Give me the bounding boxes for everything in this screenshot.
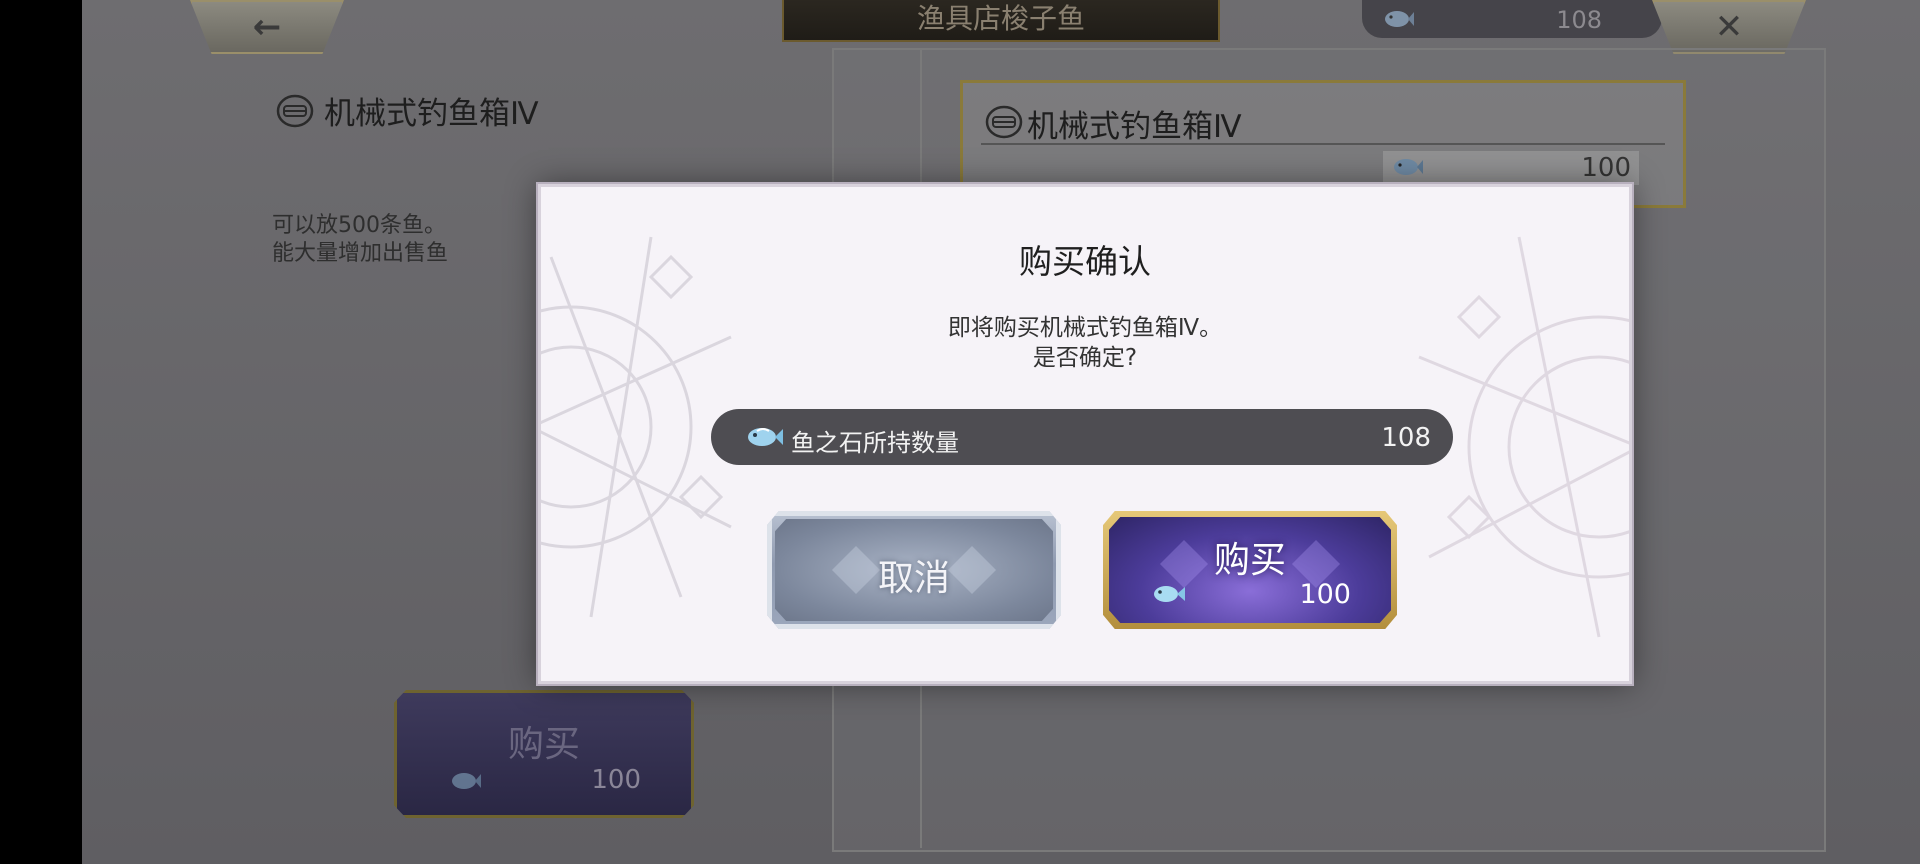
dialog-title: 购买确认 <box>1019 242 1151 281</box>
dialog-message-line-2: 是否确定? <box>1032 345 1138 371</box>
item-description: 可以放500条鱼。 能大量增加出售鱼 <box>272 212 532 268</box>
dialog-message-line-1: 即将购买机械式钓鱼箱Ⅳ。 <box>947 315 1223 341</box>
item-card-price-value: 100 <box>1581 153 1631 183</box>
background-buy-price: 100 <box>591 765 641 795</box>
close-icon: ✕ <box>1714 7 1744 47</box>
dialog-message: 即将购买机械式钓鱼箱Ⅳ。 是否确定? <box>541 313 1629 373</box>
background-buy-label: 购买 <box>507 724 580 765</box>
background-buy-button[interactable]: 购买 100 <box>394 690 694 818</box>
currency-display: 108 <box>1362 0 1662 38</box>
item-header: 机械式钓鱼箱Ⅳ <box>276 88 539 133</box>
holding-label: 鱼之石所持数量 <box>791 429 959 457</box>
fish-stone-icon <box>452 773 481 789</box>
shop-title: 渔具店梭子鱼 <box>782 0 1220 42</box>
divider <box>981 143 1665 145</box>
fish-stone-icon <box>748 428 783 446</box>
description-line-2: 能大量增加出售鱼 <box>272 241 449 266</box>
holding-amount: 108 <box>1381 423 1431 453</box>
buy-label: 购买 <box>1213 540 1286 581</box>
cancel-label: 取消 <box>877 558 950 599</box>
item-card-price: 100 <box>1383 151 1639 185</box>
shop-screen: ← 渔具店梭子鱼 108 ✕ 机械式钓鱼箱Ⅳ 可以放500条鱼。 能大量增加出售… <box>82 0 1920 864</box>
holding-amount-bar: 鱼之石所持数量 108 <box>711 409 1453 465</box>
description-line-1: 可以放500条鱼。 <box>272 213 446 238</box>
item-name: 机械式钓鱼箱Ⅳ <box>324 96 539 132</box>
buy-button[interactable]: 购买 100 <box>1103 511 1397 629</box>
currency-amount: 108 <box>1556 6 1602 34</box>
item-card-name: 机械式钓鱼箱Ⅳ <box>1027 109 1242 145</box>
fish-stone-icon <box>1394 159 1423 175</box>
fish-stone-icon <box>1154 586 1185 602</box>
back-button[interactable]: ← <box>190 0 344 54</box>
close-button[interactable]: ✕ <box>1652 0 1806 54</box>
fishing-box-icon <box>276 94 314 127</box>
back-arrow-icon: ← <box>252 7 282 47</box>
buy-price: 100 <box>1299 579 1351 610</box>
cancel-button[interactable]: 取消 <box>767 511 1061 629</box>
fishing-box-icon <box>985 105 1023 139</box>
fish-stone-icon <box>1385 11 1414 27</box>
purchase-confirm-dialog: 购买确认 即将购买机械式钓鱼箱Ⅳ。 是否确定? 鱼之石所持数量 108 取消 购… <box>538 184 1632 684</box>
